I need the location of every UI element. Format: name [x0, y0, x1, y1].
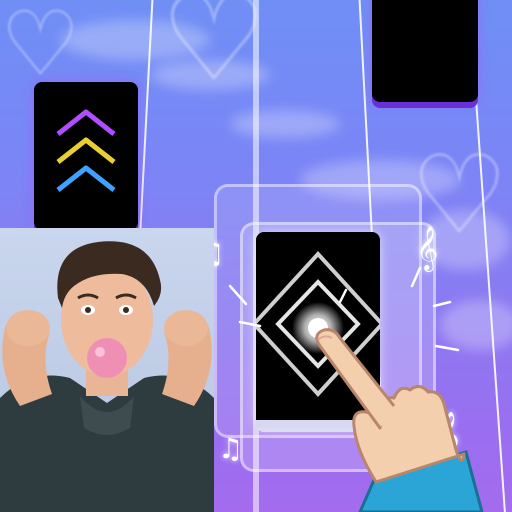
swipe-tile[interactable] — [34, 82, 138, 230]
player-avatar — [0, 228, 214, 512]
heart-cloud-icon: ♡ — [160, 0, 268, 109]
chevron-up-icon — [56, 109, 116, 192]
music-note-icon: ♫ — [218, 432, 244, 465]
treble-clef-icon: 𝄞 — [416, 226, 439, 270]
heart-cloud-icon: ♡ — [0, 0, 81, 97]
pointing-hand-icon — [315, 328, 484, 512]
cloud — [230, 110, 340, 138]
piano-tile[interactable] — [372, 0, 478, 102]
game-board: ♡ ♡ ♡ ♫ 𝄞 — [0, 0, 512, 512]
